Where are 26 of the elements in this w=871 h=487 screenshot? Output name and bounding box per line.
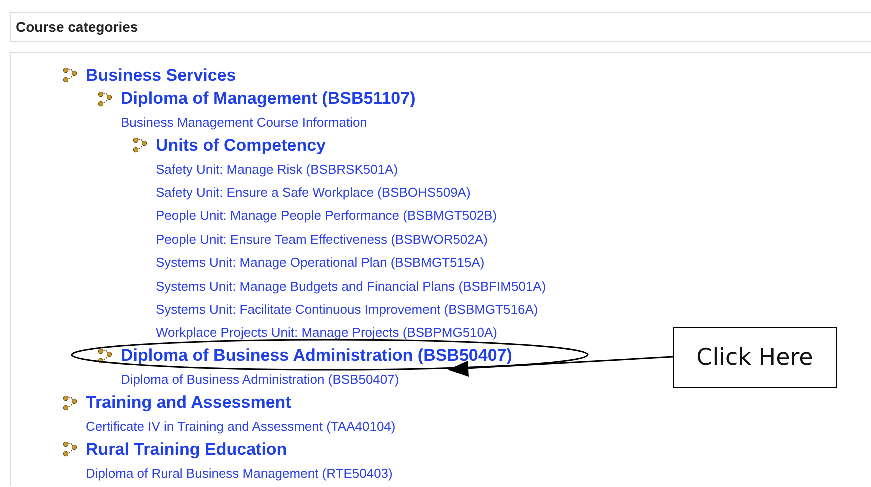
course-link[interactable]: People Unit: Manage People Performance (BSBMGT502B) bbox=[156, 204, 498, 228]
course-link[interactable]: Diploma of Rural Business Management (RTE50403) bbox=[86, 462, 393, 486]
category-icon bbox=[132, 137, 149, 154]
course-link[interactable]: Diploma of Business Administration (BSB50407) bbox=[121, 368, 400, 392]
course-link[interactable]: Workplace Projects Unit: Manage Projects (BSBPMG510A) bbox=[156, 321, 498, 345]
course-link[interactable]: Systems Unit: Manage Budgets and Financial Plans (BSBFIM501A) bbox=[156, 274, 546, 298]
course-link[interactable]: Business Management Course Information bbox=[121, 110, 368, 134]
course-link[interactable]: People Unit: Ensure Team Effectiveness (BSBWOR502A) bbox=[156, 228, 488, 252]
course-link[interactable]: Safety Unit: Ensure a Safe Workplace (BSBOHS509A) bbox=[156, 180, 471, 204]
category-icon bbox=[62, 67, 79, 84]
category-link[interactable]: Units of Competency bbox=[156, 136, 326, 156]
course-link[interactable]: Systems Unit: Manage Operational Plan (BSBMGT515A) bbox=[156, 251, 485, 275]
course-link[interactable]: Safety Unit: Manage Risk (BSBRSK501A) bbox=[156, 158, 398, 181]
category-link[interactable]: Rural Training Education bbox=[86, 440, 288, 460]
category-link[interactable]: Diploma of Management (BSB51107) bbox=[121, 89, 416, 110]
callout-label: Click Here bbox=[673, 327, 837, 388]
category-link[interactable]: Business Services bbox=[86, 66, 236, 86]
category-icon bbox=[62, 394, 79, 412]
category-icon bbox=[62, 441, 79, 458]
category-link[interactable]: Training and Assessment bbox=[86, 393, 292, 414]
course-link[interactable]: Systems Unit: Facilitate Continuous Improvement (BSBMGT516A) bbox=[156, 298, 538, 322]
block-title: Course categories bbox=[16, 19, 138, 35]
category-icon bbox=[97, 90, 114, 108]
category-link[interactable]: Diploma of Business Administration (BSB50407) bbox=[121, 346, 512, 366]
course-link[interactable]: Certificate IV in Training and Assessment (TAA40104) bbox=[86, 414, 396, 438]
category-icon bbox=[97, 348, 114, 365]
